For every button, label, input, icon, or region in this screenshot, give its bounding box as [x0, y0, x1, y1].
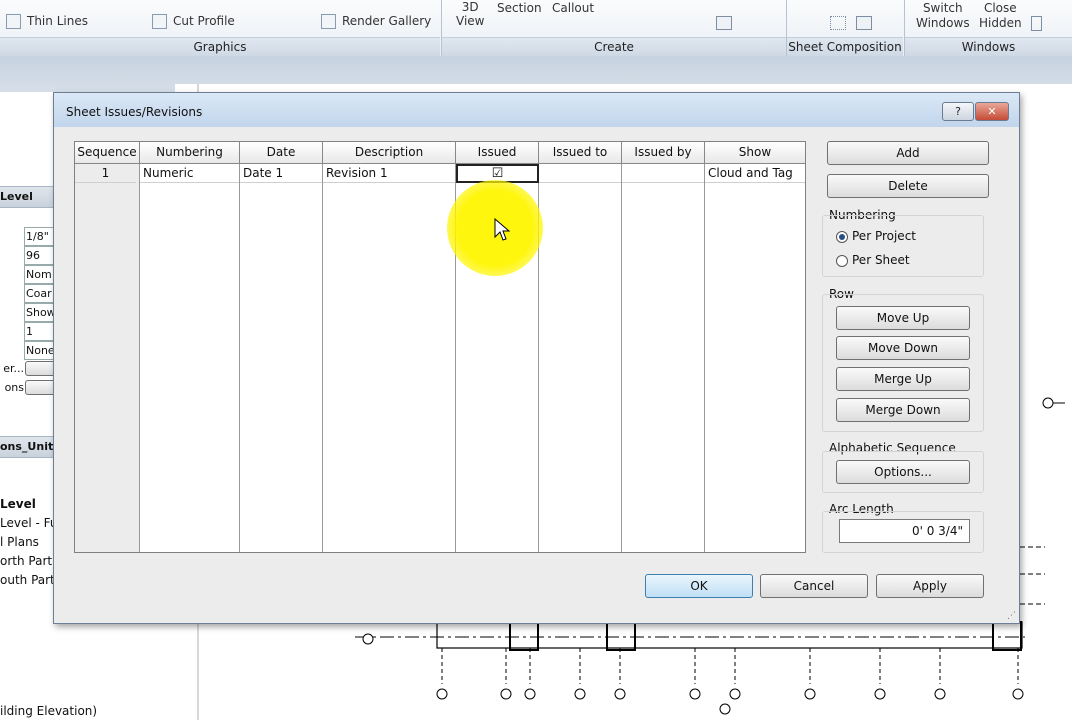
- numbering-group: [822, 215, 984, 277]
- revisions-table: Sequence Numbering Date Description Issu…: [74, 141, 806, 553]
- ribbon-3d-view[interactable]: 3D View: [456, 0, 484, 28]
- close-button[interactable]: ✕: [975, 102, 1009, 121]
- cell-sequence: 1: [75, 164, 136, 183]
- sequence-column: [75, 142, 140, 552]
- move-up-button[interactable]: Move Up: [836, 306, 970, 330]
- property-label: ons: [4, 381, 24, 394]
- per-project-label: Per Project: [852, 229, 916, 243]
- render-gallery-icon: [321, 14, 336, 29]
- ribbon-group-graphics: Graphics: [0, 37, 440, 56]
- column-header[interactable]: Description: [323, 142, 456, 164]
- ribbon-group-create: Create: [442, 37, 786, 56]
- move-down-button[interactable]: Move Down: [836, 336, 970, 360]
- options-button[interactable]: Options...: [836, 460, 970, 484]
- cut-profile-label: Cut Profile: [173, 14, 235, 28]
- tile-windows-icon[interactable]: [1031, 16, 1042, 31]
- dialog-title: Sheet Issues/Revisions: [66, 105, 203, 119]
- merge-down-button[interactable]: Merge Down: [836, 398, 970, 422]
- cell-date[interactable]: Date 1: [240, 164, 322, 183]
- per-sheet-option[interactable]: Per Sheet: [836, 253, 910, 267]
- tree-item[interactable]: outh Partia: [0, 573, 58, 587]
- resize-grip-icon[interactable]: ⋰: [1007, 611, 1017, 621]
- radio-selected-icon: [836, 230, 848, 243]
- ribbon-section[interactable]: Section: [497, 1, 542, 15]
- column-header[interactable]: Date: [240, 142, 323, 164]
- cell-issued-by[interactable]: [622, 164, 704, 183]
- property-label: er...: [3, 362, 24, 375]
- tree-item[interactable]: orth Partia: [0, 554, 58, 568]
- ribbon-group-windows: Windows: [905, 37, 1072, 56]
- ribbon-view-icon[interactable]: [716, 16, 732, 30]
- ribbon-render-gallery[interactable]: Render Gallery: [321, 14, 431, 29]
- add-button[interactable]: Add: [827, 141, 989, 165]
- sheet-grid-icon[interactable]: [830, 16, 846, 30]
- help-button[interactable]: ?: [942, 102, 974, 121]
- delete-button[interactable]: Delete: [827, 174, 989, 198]
- tree-item[interactable]: l Plans: [0, 535, 58, 549]
- per-sheet-label: Per Sheet: [852, 253, 910, 267]
- column-header[interactable]: Issued by: [622, 142, 705, 164]
- sheet-view-icon[interactable]: [856, 16, 872, 30]
- mouse-pointer-icon: [494, 218, 510, 241]
- description-column: [323, 142, 456, 552]
- column-header[interactable]: Sequence: [75, 142, 140, 164]
- cell-description[interactable]: Revision 1: [323, 164, 455, 183]
- numbering-column: [140, 142, 240, 552]
- column-header[interactable]: Show: [705, 142, 805, 164]
- ribbon-switch-windows[interactable]: Switch Windows: [916, 1, 970, 31]
- per-project-option[interactable]: Per Project: [836, 229, 916, 243]
- column-header[interactable]: Numbering: [140, 142, 240, 164]
- cancel-button[interactable]: Cancel: [760, 574, 868, 598]
- tree-item[interactable]: Level - Fu: [0, 516, 58, 530]
- merge-up-button[interactable]: Merge Up: [836, 367, 970, 391]
- properties-header: Level: [0, 186, 58, 208]
- apply-button[interactable]: Apply: [876, 574, 984, 598]
- cut-profile-icon: [152, 14, 167, 29]
- thin-lines-icon: [6, 14, 21, 29]
- issued-to-column: [539, 142, 622, 552]
- ribbon-cut-profile[interactable]: Cut Profile: [152, 14, 235, 29]
- ribbon-group-sheet-composition: Sheet Composition: [787, 37, 903, 56]
- ribbon-callout[interactable]: Callout: [552, 1, 594, 15]
- render-gallery-label: Render Gallery: [342, 14, 432, 28]
- ribbon-thin-lines[interactable]: Thin Lines: [6, 14, 88, 29]
- tree-item[interactable]: ilding Elevation): [0, 704, 120, 718]
- cell-show[interactable]: Cloud and Tag: [705, 164, 805, 183]
- arc-length-input[interactable]: 0' 0 3/4": [839, 519, 970, 543]
- thin-lines-label: Thin Lines: [27, 14, 88, 28]
- date-column: [240, 142, 323, 552]
- column-header[interactable]: Issued to: [539, 142, 622, 164]
- radio-empty-icon: [836, 254, 848, 267]
- browser-header: ons_Unit: [0, 436, 58, 458]
- issued-by-column: [622, 142, 705, 552]
- cell-numbering[interactable]: Numeric: [140, 164, 239, 183]
- ribbon-close-hidden[interactable]: Close Hidden: [979, 1, 1022, 31]
- tree-item[interactable]: Level: [0, 497, 58, 511]
- cell-issued-to[interactable]: [539, 164, 621, 183]
- ok-button[interactable]: OK: [645, 574, 753, 598]
- column-header[interactable]: Issued: [456, 142, 539, 164]
- sheet-issues-dialog: Sheet Issues/Revisions ? ✕ Sequence Numb…: [53, 92, 1020, 624]
